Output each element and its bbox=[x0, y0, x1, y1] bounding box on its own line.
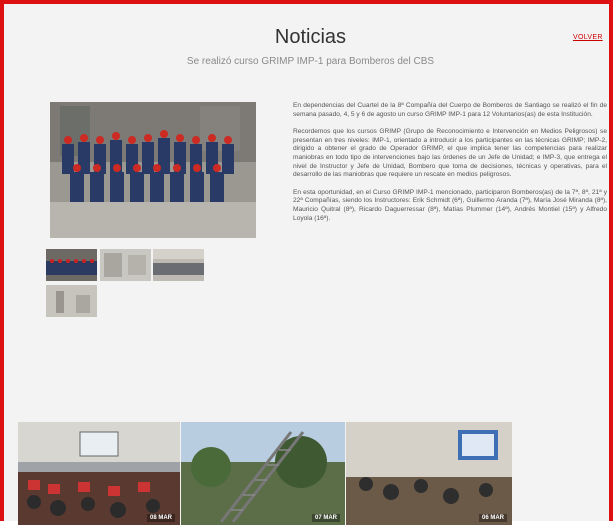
page-subtitle: Se realizó curso GRIMP IMP-1 para Bomber… bbox=[186, 56, 435, 67]
group-photo-image bbox=[50, 102, 256, 238]
group-photo-thumb-2-icon bbox=[153, 249, 204, 281]
article-paragraph: Recordemos que los cursos GRIMP (Grupo d… bbox=[293, 128, 607, 179]
page-frame: Noticias Se realizó curso GRIMP IMP-1 pa… bbox=[0, 0, 613, 525]
news-card[interactable]: 07 MAR bbox=[181, 422, 345, 525]
ladder-tower-photo-icon bbox=[181, 422, 345, 525]
page-title: Noticias bbox=[274, 26, 347, 48]
gallery-thumbnail[interactable] bbox=[153, 249, 204, 281]
classroom-photo-icon bbox=[346, 422, 512, 525]
article-paragraph: En esta oportunidad, en el Curso GRIMP I… bbox=[293, 188, 607, 222]
gallery-thumbnail[interactable] bbox=[46, 249, 97, 281]
news-card[interactable]: 08 MAR bbox=[18, 422, 180, 525]
article-paragraph: En dependencias del Cuartel de la 8ª Com… bbox=[293, 102, 607, 118]
news-card[interactable]: 06 MAR bbox=[346, 422, 512, 525]
classroom-thumb-icon bbox=[46, 285, 97, 317]
back-link[interactable]: VOLVER bbox=[573, 34, 603, 41]
group-photo-thumb-icon bbox=[46, 249, 97, 281]
article-body: En dependencias del Cuartel de la 8ª Com… bbox=[293, 102, 607, 232]
gallery-thumbnail[interactable] bbox=[46, 285, 97, 317]
gallery-thumbnail[interactable] bbox=[100, 249, 151, 281]
main-photo[interactable] bbox=[50, 102, 256, 238]
training-room-thumb-icon bbox=[100, 249, 151, 281]
auditorium-photo-icon bbox=[18, 422, 180, 525]
